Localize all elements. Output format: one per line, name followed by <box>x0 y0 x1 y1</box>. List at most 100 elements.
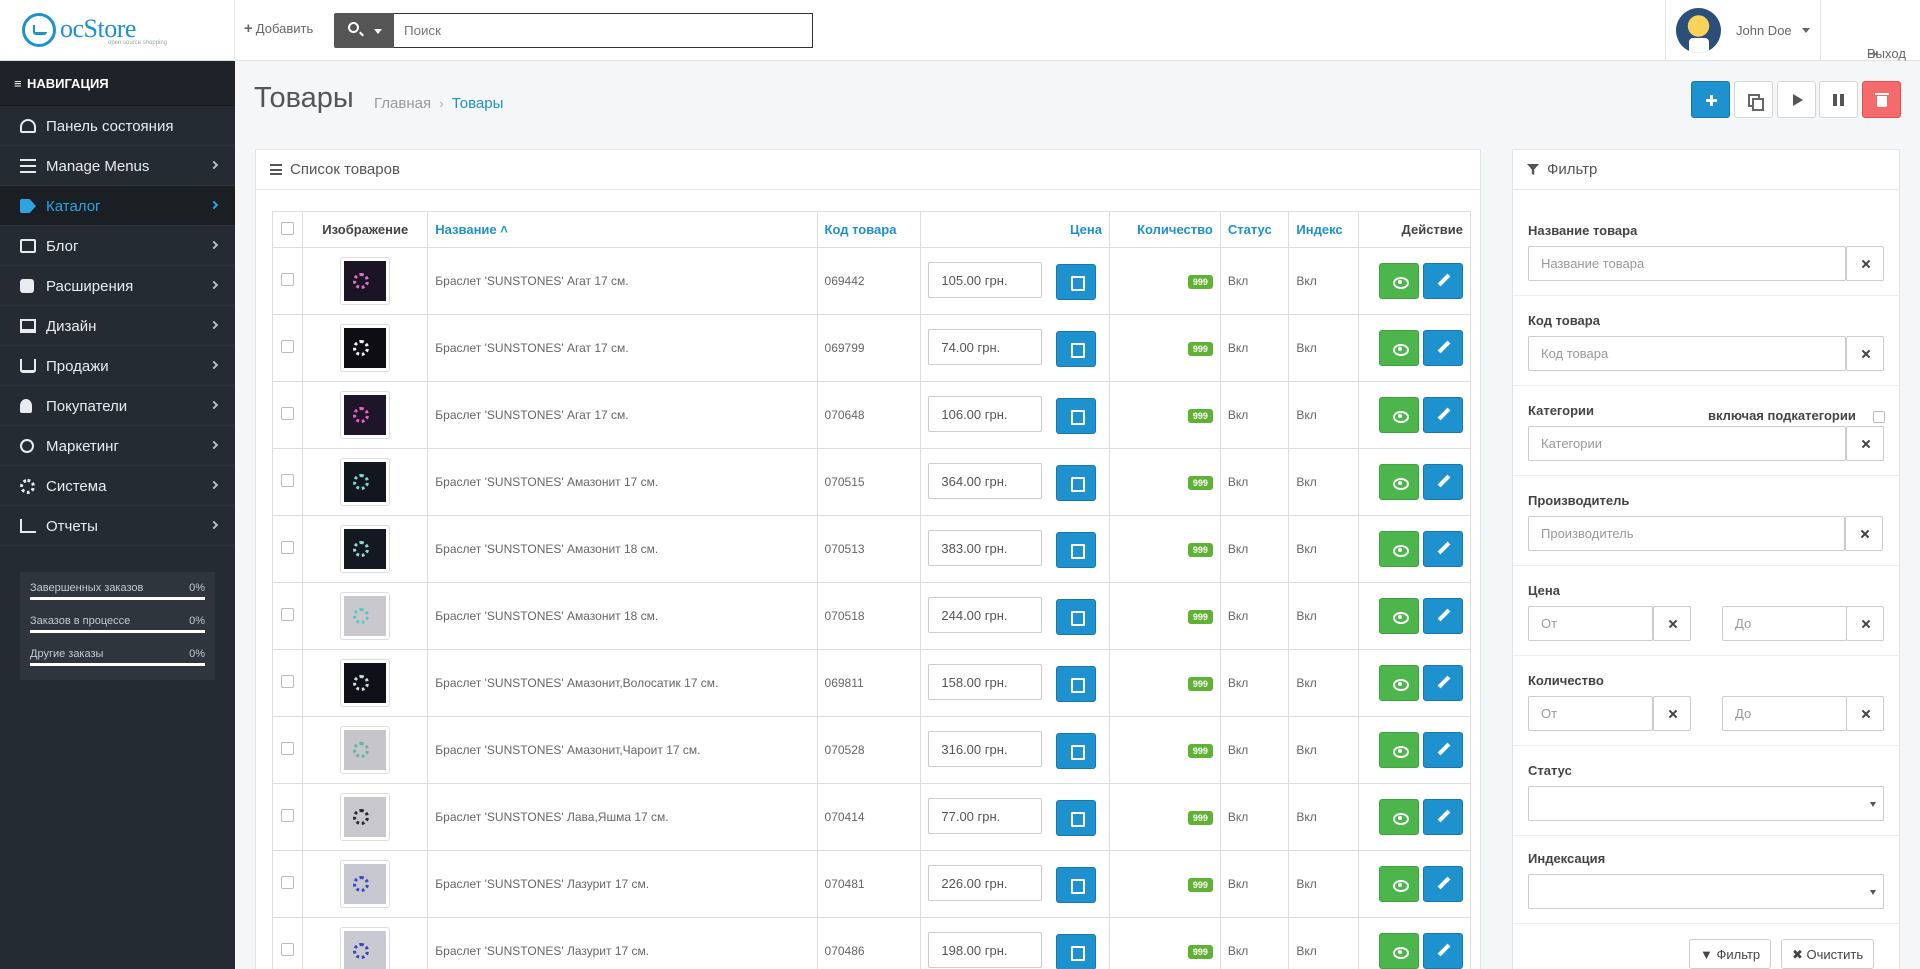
view-button[interactable] <box>1379 464 1419 500</box>
save-price-button[interactable] <box>1056 732 1097 769</box>
sidebar-item[interactable]: Маркетинг <box>0 426 235 466</box>
row-checkbox[interactable] <box>281 340 295 353</box>
sidebar-item[interactable]: Manage Menus <box>0 146 235 186</box>
row-checkbox[interactable] <box>281 809 295 822</box>
price-input[interactable] <box>928 530 1043 567</box>
view-button[interactable] <box>1379 933 1419 969</box>
row-checkbox[interactable] <box>281 541 295 554</box>
clear-manufacturer-icon[interactable] <box>1845 516 1883 551</box>
edit-button[interactable] <box>1423 397 1463 433</box>
view-button[interactable] <box>1379 799 1419 835</box>
search-input[interactable] <box>394 13 813 48</box>
edit-button[interactable] <box>1423 598 1463 634</box>
search-dropdown-button[interactable] <box>334 13 394 48</box>
sidebar-item[interactable]: Система <box>0 466 235 506</box>
row-checkbox[interactable] <box>281 675 295 688</box>
delete-button[interactable] <box>1862 81 1901 118</box>
price-input[interactable] <box>928 865 1043 902</box>
price-input[interactable] <box>928 798 1043 835</box>
indexing-select[interactable] <box>1528 874 1884 909</box>
save-price-button[interactable] <box>1056 263 1097 300</box>
view-button[interactable] <box>1379 732 1419 768</box>
sidebar-item[interactable]: Блог <box>0 226 235 266</box>
edit-button[interactable] <box>1423 531 1463 567</box>
subcategory-checkbox[interactable] <box>1873 411 1885 423</box>
breadcrumb-current[interactable]: Товары <box>452 95 504 112</box>
clear-price-to-icon[interactable] <box>1846 606 1884 641</box>
sidebar-item[interactable]: Продажи <box>0 346 235 386</box>
apply-filter-button[interactable]: ▼ Фильтр <box>1689 939 1772 969</box>
row-checkbox[interactable] <box>281 943 295 956</box>
price-input[interactable] <box>928 664 1043 701</box>
view-button[interactable] <box>1379 263 1419 299</box>
edit-button[interactable] <box>1423 866 1463 902</box>
edit-button[interactable] <box>1423 799 1463 835</box>
category-input[interactable] <box>1528 426 1846 461</box>
quantity-from-input[interactable] <box>1528 696 1653 731</box>
view-button[interactable] <box>1379 531 1419 567</box>
disable-button[interactable] <box>1819 81 1858 118</box>
clear-quantity-from-icon[interactable] <box>1653 696 1691 731</box>
status-select[interactable] <box>1528 786 1884 821</box>
save-price-button[interactable] <box>1056 531 1097 568</box>
price-input[interactable] <box>928 396 1043 433</box>
price-to-input[interactable] <box>1722 606 1847 641</box>
select-all-checkbox[interactable] <box>281 221 295 235</box>
add-button[interactable]: + Добавить <box>244 20 313 37</box>
price-input[interactable] <box>928 463 1043 500</box>
save-price-button[interactable] <box>1056 933 1097 969</box>
user-menu[interactable]: John Doe <box>1665 0 1820 61</box>
sidebar-item[interactable]: Каталог <box>0 186 235 226</box>
clear-price-from-icon[interactable] <box>1653 606 1691 641</box>
edit-button[interactable] <box>1423 732 1463 768</box>
column-price[interactable]: Цена <box>920 211 1110 248</box>
view-button[interactable] <box>1379 866 1419 902</box>
column-model[interactable]: Код товара <box>816 211 922 248</box>
view-button[interactable] <box>1379 598 1419 634</box>
clear-category-icon[interactable] <box>1846 426 1884 461</box>
column-status[interactable]: Статус <box>1219 211 1290 248</box>
column-index[interactable]: Индекс <box>1288 211 1359 248</box>
price-input[interactable] <box>928 262 1043 299</box>
logout-button[interactable]: ⇥ Выход <box>1820 0 1920 61</box>
row-checkbox[interactable] <box>281 608 295 621</box>
price-input[interactable] <box>928 932 1043 969</box>
edit-button[interactable] <box>1423 330 1463 366</box>
copy-button[interactable] <box>1734 81 1773 118</box>
breadcrumb-home[interactable]: Главная <box>374 95 431 112</box>
clear-name-icon[interactable] <box>1846 246 1884 281</box>
edit-button[interactable] <box>1423 263 1463 299</box>
save-price-button[interactable] <box>1056 665 1097 702</box>
store-logo[interactable]: ocStore open source shopping <box>0 0 235 61</box>
view-button[interactable] <box>1379 330 1419 366</box>
edit-button[interactable] <box>1423 665 1463 701</box>
view-button[interactable] <box>1379 397 1419 433</box>
price-input[interactable] <box>928 597 1043 634</box>
row-checkbox[interactable] <box>281 876 295 889</box>
sidebar-item[interactable]: Дизайн <box>0 306 235 346</box>
view-button[interactable] <box>1379 665 1419 701</box>
clear-model-icon[interactable] <box>1846 336 1884 371</box>
price-input[interactable] <box>928 329 1043 366</box>
save-price-button[interactable] <box>1056 799 1097 836</box>
product-name-input[interactable] <box>1528 246 1846 281</box>
save-price-button[interactable] <box>1056 866 1097 903</box>
row-checkbox[interactable] <box>281 407 295 420</box>
column-quantity[interactable]: Количество <box>1108 211 1221 248</box>
clear-quantity-to-icon[interactable] <box>1846 696 1884 731</box>
sidebar-item[interactable]: Панель состояния <box>0 106 235 146</box>
clear-filter-button[interactable]: ✖ Очистить <box>1781 939 1875 969</box>
price-from-input[interactable] <box>1528 606 1653 641</box>
save-price-button[interactable] <box>1056 464 1097 501</box>
row-checkbox[interactable] <box>281 742 295 755</box>
model-input[interactable] <box>1528 336 1846 371</box>
sidebar-item[interactable]: Отчеты <box>0 506 235 546</box>
column-name[interactable]: Название ˄ <box>427 211 818 248</box>
sidebar-item[interactable]: Расширения <box>0 266 235 306</box>
quantity-to-input[interactable] <box>1722 696 1847 731</box>
edit-button[interactable] <box>1423 464 1463 500</box>
save-price-button[interactable] <box>1056 598 1097 635</box>
save-price-button[interactable] <box>1056 330 1097 367</box>
enable-button[interactable] <box>1777 81 1816 118</box>
sidebar-item[interactable]: Покупатели <box>0 386 235 426</box>
